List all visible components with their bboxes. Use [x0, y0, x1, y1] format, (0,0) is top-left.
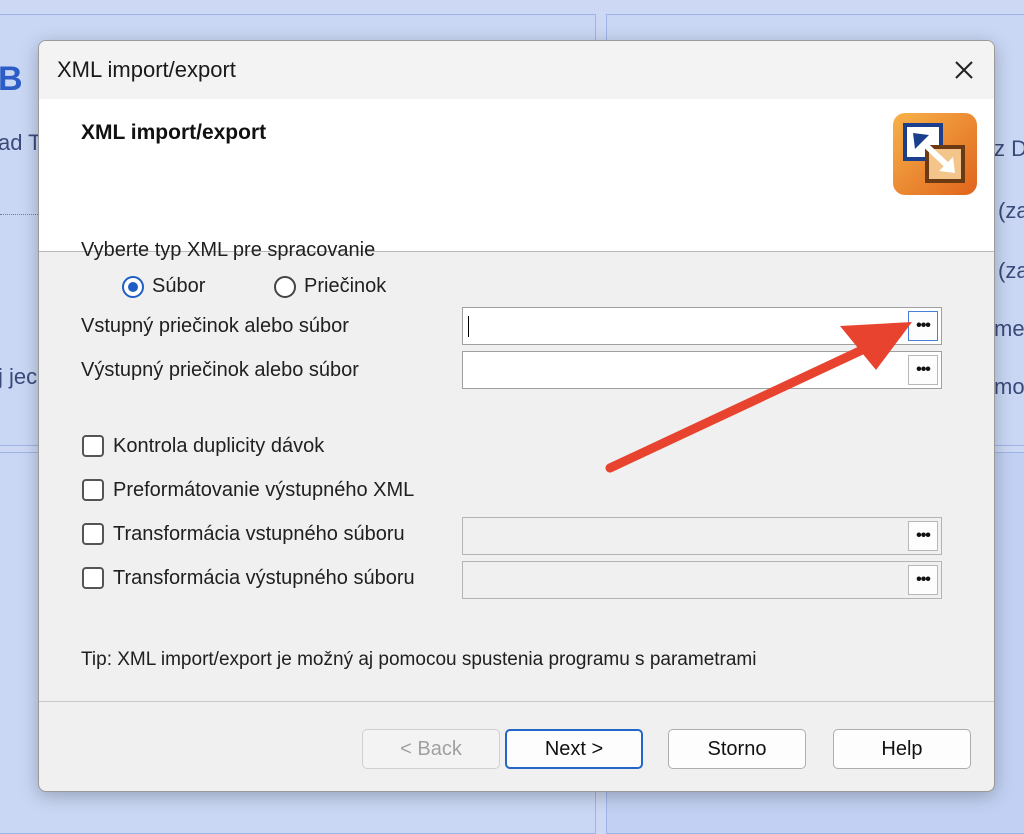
radio-file-label[interactable]: Súbor — [152, 275, 205, 298]
bg-text: (za — [998, 258, 1024, 283]
tip-text: Tip: XML import/export je možný aj pomoc… — [81, 649, 757, 670]
transform-output-field: ••• — [462, 561, 942, 599]
page-title: XML import/export — [81, 121, 267, 144]
check-duplicity-checkbox[interactable] — [82, 435, 104, 457]
browse-transform-input-button[interactable]: ••• — [908, 521, 938, 551]
cancel-button[interactable]: Storno — [668, 729, 806, 769]
bg-text: ad T — [0, 130, 42, 155]
help-button[interactable]: Help — [833, 729, 971, 769]
transform-output-checkbox[interactable] — [82, 567, 104, 589]
bg-text: mes — [994, 316, 1024, 341]
xml-import-export-icon — [893, 113, 977, 195]
close-button[interactable] — [944, 51, 984, 89]
window-title: XML import/export — [57, 57, 236, 82]
title-bar: XML import/export — [39, 41, 994, 99]
transform-input-checkbox[interactable] — [82, 523, 104, 545]
bg-text: j jec — [0, 364, 38, 389]
bg-divider — [0, 214, 40, 215]
bg-text: moc — [994, 374, 1024, 399]
bg-heading-letter: B — [0, 60, 23, 98]
footer-divider — [39, 701, 994, 702]
radio-folder-label[interactable]: Priečinok — [304, 275, 386, 298]
check-duplicity-label[interactable]: Kontrola duplicity dávok — [113, 435, 324, 458]
preformat-xml-checkbox[interactable] — [82, 479, 104, 501]
transform-output-label[interactable]: Transformácia výstupného súboru — [113, 567, 415, 590]
preformat-xml-label[interactable]: Preformátovanie výstupného XML — [113, 479, 414, 502]
browse-transform-output-button[interactable]: ••• — [908, 565, 938, 595]
back-button[interactable]: < Back — [362, 729, 500, 769]
close-icon — [955, 61, 973, 79]
radio-folder[interactable] — [274, 276, 296, 298]
xml-type-label: Vyberte typ XML pre spracovanie — [81, 239, 376, 261]
annotation-arrow-icon — [605, 322, 912, 473]
transform-input-label[interactable]: Transformácia vstupného súboru — [113, 523, 405, 546]
input-path-label: Vstupný priečinok alebo súbor — [81, 315, 349, 337]
output-path-label: Výstupný priečinok alebo súbor — [81, 359, 359, 381]
radio-file[interactable] — [122, 276, 144, 298]
transform-input-field: ••• — [462, 517, 942, 555]
bg-text: z D — [994, 136, 1024, 161]
bg-text: (za — [998, 198, 1024, 223]
text-caret — [468, 316, 469, 337]
next-button[interactable]: Next > — [505, 729, 643, 769]
